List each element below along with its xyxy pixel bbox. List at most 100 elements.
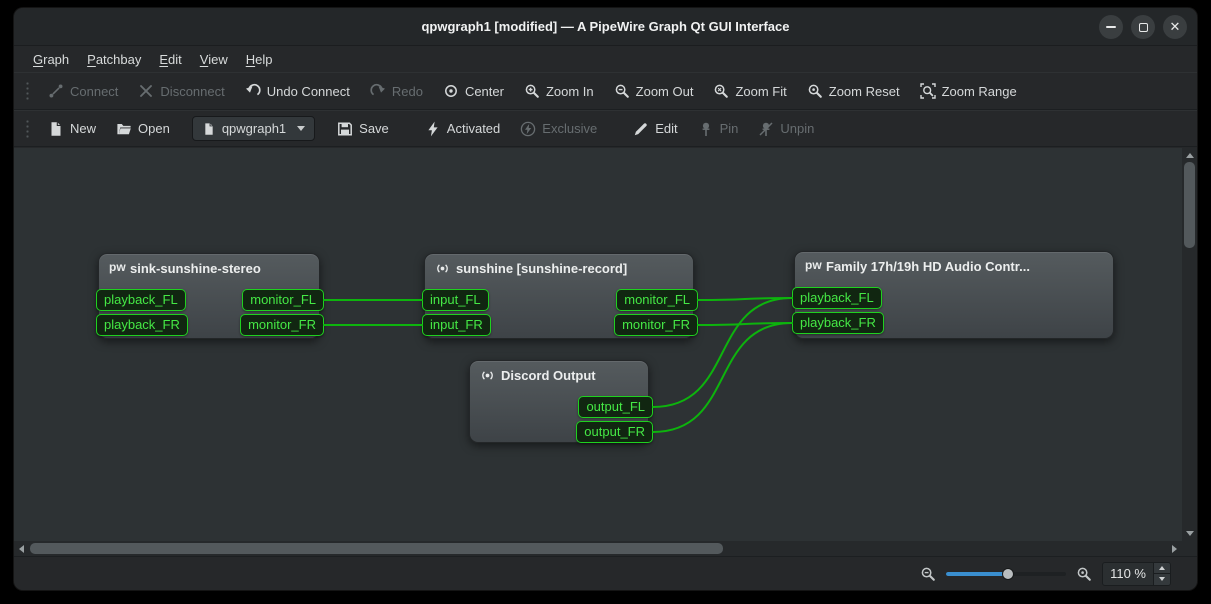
pipewire-icon: pw <box>805 259 820 274</box>
toolbar-button-activated[interactable]: Activated <box>415 115 510 143</box>
vertical-scrollbar[interactable] <box>1182 148 1197 541</box>
zoom-spinbox[interactable]: 110 % <box>1102 562 1171 586</box>
minimize-icon <box>1106 26 1116 28</box>
maximize-button[interactable] <box>1131 15 1155 39</box>
unpin-icon <box>758 121 774 137</box>
node-family-audio[interactable]: pwFamily 17h/19h HD Audio Contr... playba… <box>794 251 1114 339</box>
node-header: pw sink-sunshine-stereo <box>99 254 319 276</box>
pipewire-icon: pw <box>109 261 124 276</box>
undo-icon <box>245 83 261 99</box>
toolbar-button-undo-connect[interactable]: Undo Connect <box>235 77 360 105</box>
toolbar-button-open[interactable]: Open <box>106 115 180 143</box>
exclusive-icon <box>520 121 536 137</box>
zoom-slider[interactable] <box>946 566 1066 582</box>
maximize-icon <box>1139 23 1148 32</box>
toolbar-button-label: New <box>70 121 96 136</box>
new-icon <box>48 121 64 137</box>
scrollbar-corner <box>1182 541 1197 556</box>
save-icon <box>337 121 353 137</box>
close-button[interactable]: ✕ <box>1163 15 1187 39</box>
horizontal-scroll-thumb[interactable] <box>30 543 723 554</box>
disconnect-icon <box>138 83 154 99</box>
toolbar-button-zoom-range[interactable]: Zoom Range <box>910 77 1027 105</box>
center-icon <box>443 83 459 99</box>
toolbar-button-zoom-in[interactable]: Zoom In <box>514 77 604 105</box>
toolbar-button-label: Disconnect <box>160 84 224 99</box>
toolbar-button-connect: Connect <box>38 77 128 105</box>
input-port-playback_FR[interactable]: playback_FR <box>96 314 188 336</box>
output-port-output_FR[interactable]: output_FR <box>576 421 653 443</box>
close-icon: ✕ <box>1170 21 1181 34</box>
toolbar-button-save[interactable]: Save <box>327 115 399 143</box>
toolbar-button-zoom-out[interactable]: Zoom Out <box>604 77 704 105</box>
zoom-spin-arrows <box>1153 563 1170 585</box>
node-discord-output[interactable]: Discord Outputoutput_FLoutput_FR <box>469 360 649 443</box>
toolbar-button-zoom-reset[interactable]: Zoom Reset <box>797 77 910 105</box>
toolbar-drag-handle[interactable] <box>24 80 31 102</box>
output-port-monitor_FR[interactable]: monitor_FR <box>614 314 698 336</box>
toolbar-button-label: Exclusive <box>542 121 597 136</box>
connection-edge[interactable] <box>698 298 792 300</box>
zoom-reset-icon <box>807 83 823 99</box>
arrow-down-icon <box>1159 577 1165 581</box>
connection-edge[interactable] <box>653 323 792 432</box>
toolbar-button-edit[interactable]: Edit <box>623 115 687 143</box>
statusbar: 110 % <box>14 556 1197 590</box>
toolbar-button-new[interactable]: New <box>38 115 106 143</box>
output-port-monitor_FL[interactable]: monitor_FL <box>242 289 324 311</box>
zoom-spin-up-button[interactable] <box>1154 563 1170 574</box>
toolbar-button-label: Zoom Range <box>942 84 1017 99</box>
node-title: sink-sunshine-stereo <box>130 261 261 276</box>
output-port-output_FL[interactable]: output_FL <box>578 396 653 418</box>
arrow-left-icon <box>19 545 24 553</box>
scroll-up-button[interactable] <box>1182 148 1197 163</box>
toolbar-drag-handle[interactable] <box>24 118 31 140</box>
open-icon <box>116 121 132 137</box>
input-port-playback_FR[interactable]: playback_FR <box>792 312 884 334</box>
input-port-playback_FL[interactable]: playback_FL <box>96 289 186 311</box>
input-port-input_FR[interactable]: input_FR <box>422 314 491 336</box>
menu-view[interactable]: View <box>191 49 237 70</box>
node-title: Discord Output <box>501 368 596 383</box>
output-port-monitor_FR[interactable]: monitor_FR <box>240 314 324 336</box>
menu-help[interactable]: Help <box>237 49 282 70</box>
toolbar-button-label: Zoom Fit <box>735 84 786 99</box>
zoom-slider-handle[interactable] <box>1002 568 1014 580</box>
window-titlebar[interactable]: qpwgraph1 [modified] — A PipeWire Graph … <box>14 8 1197 46</box>
activated-icon <box>425 121 441 137</box>
toolbar-button-center[interactable]: Center <box>433 77 514 105</box>
menu-patchbay[interactable]: Patchbay <box>78 49 150 70</box>
menu-edit[interactable]: Edit <box>150 49 190 70</box>
toolbar-button-label: Center <box>465 84 504 99</box>
input-port-playback_FL[interactable]: playback_FL <box>792 287 882 309</box>
scroll-left-button[interactable] <box>14 541 29 556</box>
toolbar-button-label: Unpin <box>780 121 814 136</box>
node-header: Discord Output <box>470 361 648 383</box>
zoom-value[interactable]: 110 % <box>1103 563 1153 585</box>
node-header: pwFamily 17h/19h HD Audio Contr... <box>795 252 1113 274</box>
connections-layer <box>14 148 1182 541</box>
toolbar-button-label: Connect <box>70 84 118 99</box>
scroll-right-button[interactable] <box>1167 541 1182 556</box>
vertical-scroll-thumb[interactable] <box>1184 162 1195 248</box>
session-combo[interactable]: qpwgraph1 <box>192 116 315 141</box>
zoom-in-icon <box>524 83 540 99</box>
toolbar-file: New Open qpwgraph1 Save Activated Exclusive Ed… <box>14 110 1197 147</box>
node-sink-sunshine-stereo[interactable]: pw sink-sunshine-stereo playback_FLplaybac… <box>98 253 320 339</box>
speaker-icon <box>435 261 450 276</box>
toolbar-button-zoom-fit[interactable]: Zoom Fit <box>703 77 796 105</box>
graph-viewport[interactable]: pwsink-sunshine-stereoplayback_FLplaybac… <box>14 148 1182 541</box>
connection-edge[interactable] <box>698 323 792 325</box>
scroll-down-button[interactable] <box>1182 526 1197 541</box>
minimize-button[interactable] <box>1099 15 1123 39</box>
output-port-monitor_FL[interactable]: monitor_FL <box>616 289 698 311</box>
horizontal-scrollbar[interactable] <box>14 541 1182 556</box>
zoom-spin-down-button[interactable] <box>1154 573 1170 585</box>
speaker-icon <box>480 368 495 383</box>
node-sunshine[interactable]: sunshine [sunshine-record]input_FLinput_… <box>424 253 694 339</box>
arrow-down-icon <box>1186 531 1194 536</box>
zoom-out-icon <box>614 83 630 99</box>
input-port-input_FL[interactable]: input_FL <box>422 289 489 311</box>
menu-graph[interactable]: Graph <box>24 49 78 70</box>
toolbar-button-label: Pin <box>720 121 739 136</box>
